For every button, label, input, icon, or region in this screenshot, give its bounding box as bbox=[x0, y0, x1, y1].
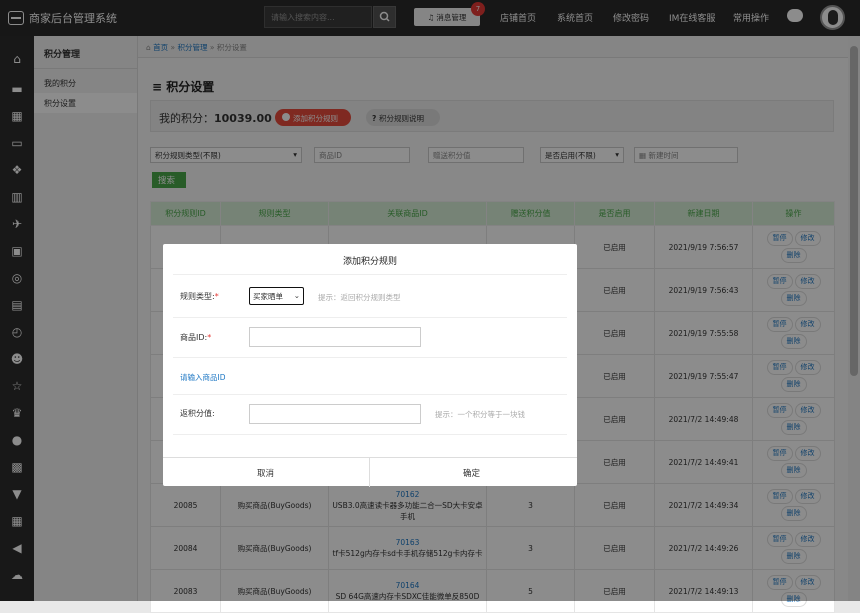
divider bbox=[173, 394, 567, 395]
rule-type-selected: 买家晒单 bbox=[253, 292, 283, 301]
divider bbox=[173, 274, 567, 275]
divider bbox=[369, 458, 370, 487]
return-points-hint: 提示：一个积分等于一块钱 bbox=[435, 410, 525, 419]
chevron-down-icon: ⌄ bbox=[293, 291, 300, 300]
divider bbox=[173, 357, 567, 358]
cancel-button[interactable]: 取消 bbox=[257, 467, 274, 479]
add-rule-dialog: 添加积分规则 规则类型:* 买家晒单 ⌄ 提示：返回积分规则类型 商品ID:* 请… bbox=[163, 244, 577, 487]
product-id-field[interactable] bbox=[249, 327, 421, 347]
divider bbox=[173, 317, 567, 318]
return-points-label: 返积分值: bbox=[180, 409, 215, 418]
product-id-label-text: 商品ID: bbox=[180, 333, 208, 342]
product-id-label: 商品ID:* bbox=[180, 333, 212, 342]
dialog-title: 添加积分规则 bbox=[342, 257, 397, 267]
return-points-field[interactable] bbox=[249, 404, 421, 424]
rule-type-dropdown[interactable]: 买家晒单 ⌄ bbox=[249, 287, 304, 305]
rule-type-label-text: 规则类型: bbox=[180, 292, 215, 301]
divider bbox=[173, 434, 567, 435]
product-id-link[interactable]: 请输入商品ID bbox=[180, 372, 226, 383]
rule-type-label: 规则类型:* bbox=[180, 292, 219, 301]
rule-type-hint: 提示：返回积分规则类型 bbox=[318, 293, 401, 302]
confirm-button[interactable]: 确定 bbox=[463, 467, 480, 479]
dialog-footer: 取消 确定 bbox=[163, 457, 577, 487]
